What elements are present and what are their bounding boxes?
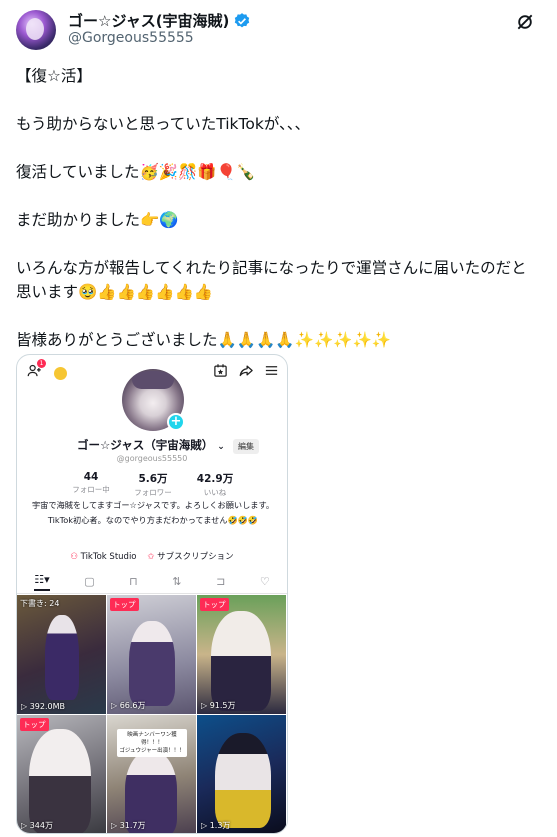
stat-number: 5.6万 <box>138 473 168 485</box>
draft-label: 下書き: 24 <box>20 599 60 608</box>
video-thumbnail: ▷ 1.3万 <box>197 715 286 833</box>
tiktok-edit-button: 編集 <box>233 439 259 454</box>
view-count-text: 91.5万 <box>209 701 236 710</box>
menu-icon <box>264 363 279 382</box>
subscription-icon: ✩ <box>147 552 155 562</box>
tiktok-links: ⚇ TikTok Studio ✩ サブスクリプション <box>17 550 287 562</box>
post-text: 【復☆活】 もう助からないと思っていたTikTokが、、、 復活していました🥳🎉… <box>16 64 541 376</box>
caption-line: ゴジュウジャー出演！！！ <box>119 748 185 754</box>
view-count-text: 392.0MB <box>29 702 65 711</box>
video-thumbnail: トップ ▷ 91.5万 <box>197 595 286 714</box>
caption-line: 映画ナンバーワン獲得！！！ <box>127 732 177 746</box>
heart-tab-icon: ♡ <box>259 575 270 588</box>
post-paragraph: いろんな方が報告してくれたり記事になったりで運営さんに届いたのだと思います🥹👍👍… <box>16 259 527 301</box>
view-count: ▷ 31.7万 <box>111 821 146 830</box>
author-avatar[interactable] <box>16 10 56 50</box>
post-paragraph: 【復☆活】 <box>16 67 92 85</box>
video-caption: 映画ナンバーワン獲得！！！ ゴジュウジャー出演！！！ <box>117 729 187 757</box>
notification-badge: 1 <box>37 359 46 368</box>
author-display-name[interactable]: ゴー☆ジャス(宇宙海賊) <box>68 10 229 31</box>
lock-tab-icon: ⊓ <box>129 575 138 588</box>
stat-following: 44 フォロー中 <box>61 471 121 495</box>
author-handle[interactable]: @Gorgeous55555 <box>68 30 194 46</box>
stat-number: 42.9万 <box>196 473 234 485</box>
grid-tab-icon: ☷▾ <box>34 573 50 591</box>
video-thumbnail: トップ ▷ 66.6万 <box>107 595 196 714</box>
top-badge: トップ <box>20 718 49 731</box>
attached-image[interactable]: 1 + ゴー☆ジャス（宇宙海賊） ⌄ 編集 @gorgeous55550 44 … <box>16 354 288 834</box>
stat-number: 44 <box>83 471 99 483</box>
view-count-text: 66.6万 <box>119 701 146 710</box>
stat-label: フォロー中 <box>72 485 110 494</box>
verified-badge-icon <box>235 12 250 27</box>
tiktok-handle: @gorgeous55550 <box>116 454 188 463</box>
author-name-row: ゴー☆ジャス(宇宙海賊) <box>68 10 251 31</box>
stat-followers: 5.6万 フォロワー <box>123 471 183 498</box>
view-count: ▷ 392.0MB <box>21 702 65 711</box>
calendar-star-icon <box>213 363 228 382</box>
sticker-tab-icon: ▢ <box>84 575 95 588</box>
studio-icon: ⚇ <box>70 552 78 562</box>
stat-likes: 42.9万 いいね <box>185 471 245 498</box>
repost-tab-icon: ⇅ <box>172 575 182 588</box>
tiktok-bio: 宇宙で海賊をしてますゴー☆ジャスです。よろしくお願いします。TikTok初心者。… <box>31 500 275 525</box>
post-header: ゴー☆ジャス(宇宙海賊) @Gorgeous55555 ··· <box>16 10 541 50</box>
top-badge: トップ <box>110 598 139 611</box>
video-thumbnail: 映画ナンバーワン獲得！！！ ゴジュウジャー出演！！！ ▷ 31.7万 <box>107 715 196 833</box>
video-grid: 下書き: 24 ▷ 392.0MB トップ ▷ 66.6万 トップ ▷ 91.5… <box>17 595 287 833</box>
share-icon <box>239 363 254 382</box>
tiktok-studio-label: TikTok Studio <box>80 552 137 562</box>
view-count-text: 31.7万 <box>119 821 146 830</box>
post-paragraph: 皆様ありがとうございました🙏🙏🙏🙏✨✨✨✨✨ <box>16 331 392 349</box>
chevron-down-icon: ⌄ <box>217 442 225 452</box>
view-count: ▷ 344万 <box>21 821 53 830</box>
tiktok-tabs: ☷▾ ▢ ⊓ ⇅ ⊐ ♡ <box>17 570 287 594</box>
post-paragraph: まだ助かりました👉🌍 <box>16 211 179 229</box>
view-count: ▷ 1.3万 <box>201 821 231 830</box>
tiktok-profile-name-text: ゴー☆ジャス（宇宙海賊） <box>77 438 214 452</box>
subscription-label: サブスクリプション <box>157 552 234 562</box>
stat-label: いいね <box>203 488 227 497</box>
view-count-text: 1.3万 <box>209 821 231 830</box>
add-story-icon: + <box>167 413 185 431</box>
top-badge: トップ <box>200 598 229 611</box>
view-count: ▷ 66.6万 <box>111 701 146 710</box>
tiktok-profile-name: ゴー☆ジャス（宇宙海賊） ⌄ <box>77 437 225 453</box>
post-paragraph: 復活していました🥳🎉🎊🎁🎈🍾 <box>16 163 256 181</box>
post-paragraph: もう助からないと思っていたTikTokが、、、 <box>16 115 311 133</box>
grok-icon[interactable] <box>515 12 535 32</box>
stat-label: フォロワー <box>134 488 172 497</box>
view-count: ▷ 91.5万 <box>201 701 236 710</box>
video-thumbnail: 下書き: 24 ▷ 392.0MB <box>17 595 106 714</box>
view-count-text: 344万 <box>29 821 53 830</box>
bookmark-tab-icon: ⊐ <box>216 575 226 588</box>
coin-icon <box>54 367 67 380</box>
video-thumbnail: トップ ▷ 344万 <box>17 715 106 833</box>
